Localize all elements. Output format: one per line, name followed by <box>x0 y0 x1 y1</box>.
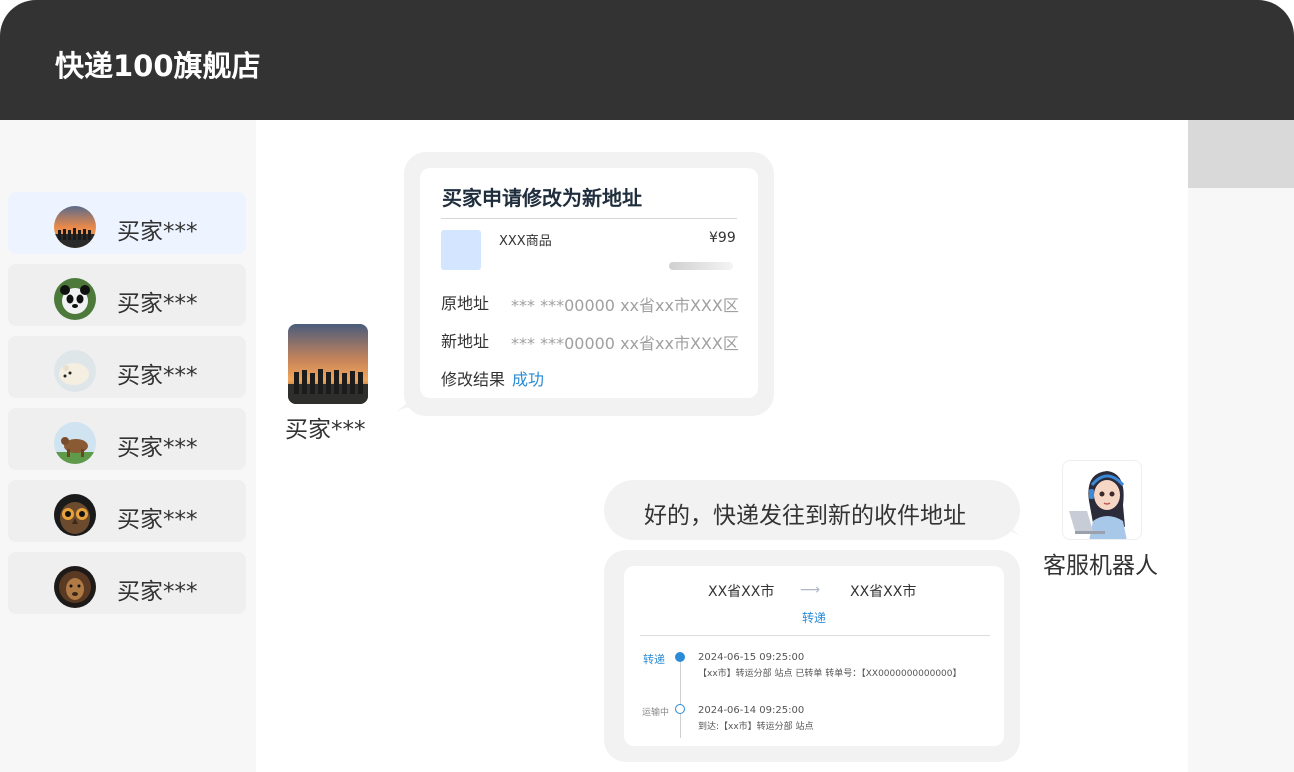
old-address-value: *** ***00000 xx省xx市XXX区 <box>511 296 739 315</box>
shipping-mode: 转递 <box>802 611 827 625</box>
contact-name: 买家*** <box>117 435 198 461</box>
timeline-line <box>680 662 681 738</box>
new-address-label: 新地址 <box>441 332 490 351</box>
timeline-dot-hollow-icon <box>675 704 685 714</box>
destination-city: XX省XX市 <box>850 584 917 600</box>
product-thumbnail <box>441 230 481 270</box>
bubble-tail-left <box>396 394 418 412</box>
contact-item[interactable]: 买家*** <box>8 408 246 470</box>
contact-item[interactable]: 买家*** <box>8 480 246 542</box>
polar-bear-avatar-icon <box>54 350 96 392</box>
placeholder-bar <box>669 262 733 270</box>
title-bar: 快递100旗舰店 <box>0 0 1294 120</box>
timeline-status: 运输中 <box>642 708 670 718</box>
scrollbar-track[interactable] <box>1188 120 1294 772</box>
contact-name: 买家*** <box>117 507 198 533</box>
contact-item[interactable]: 买家*** <box>8 192 246 254</box>
buyer-name: 买家*** <box>285 417 366 443</box>
old-address-label: 原地址 <box>441 294 490 313</box>
agent-avatar <box>1062 460 1142 540</box>
reply-message: 好的，快递发往到新的收件地址 <box>644 503 966 529</box>
contact-item[interactable]: 买家*** <box>8 264 246 326</box>
product-name: XXX商品 <box>499 234 552 249</box>
origin-city: XX省XX市 <box>708 584 775 600</box>
timeline-time: 2024-06-15 09:25:00 <box>698 652 805 663</box>
new-address-value: *** ***00000 xx省xx市XXX区 <box>511 334 739 353</box>
timeline-status: 转递 <box>643 653 665 666</box>
result-label: 修改结果 <box>441 370 506 389</box>
contact-name: 买家*** <box>117 363 198 389</box>
lion-avatar-icon <box>54 566 96 608</box>
panda-avatar-icon <box>54 278 96 320</box>
address-card-title: 买家申请修改为新地址 <box>442 186 642 210</box>
divider <box>640 635 990 636</box>
contact-name: 买家*** <box>117 291 198 317</box>
divider <box>441 218 737 219</box>
yak-avatar-icon <box>54 422 96 464</box>
store-title: 快递100旗舰店 <box>55 49 261 83</box>
result-value: 成功 <box>512 370 545 389</box>
timeline-dot-filled-icon <box>675 652 685 662</box>
contact-name: 买家*** <box>117 219 198 245</box>
arrow-right-icon: ⟶ <box>800 582 821 598</box>
contact-item[interactable]: 买家*** <box>8 336 246 398</box>
timeline-time: 2024-06-14 09:25:00 <box>698 705 805 716</box>
product-price: ¥99 <box>709 230 736 246</box>
contact-item[interactable]: 买家*** <box>8 552 246 614</box>
bubble-tail-right <box>1000 518 1022 538</box>
sunset-crowd-avatar-icon <box>54 206 96 248</box>
timeline-desc: 【xx市】转运分部 站点 已转单 转单号：【XX0000000000000】 <box>698 669 962 679</box>
timeline-desc: 到达:【xx市】转运分部 站点 <box>698 722 814 732</box>
scrollbar-thumb[interactable] <box>1188 120 1294 188</box>
app-window: 快递100旗舰店 买家*** 买家*** 买家*** 买家*** 买家*** 买… <box>0 0 1294 772</box>
contact-name: 买家*** <box>117 579 198 605</box>
owl-avatar-icon <box>54 494 96 536</box>
buyer-avatar <box>288 324 368 404</box>
agent-name: 客服机器人 <box>1043 553 1158 579</box>
